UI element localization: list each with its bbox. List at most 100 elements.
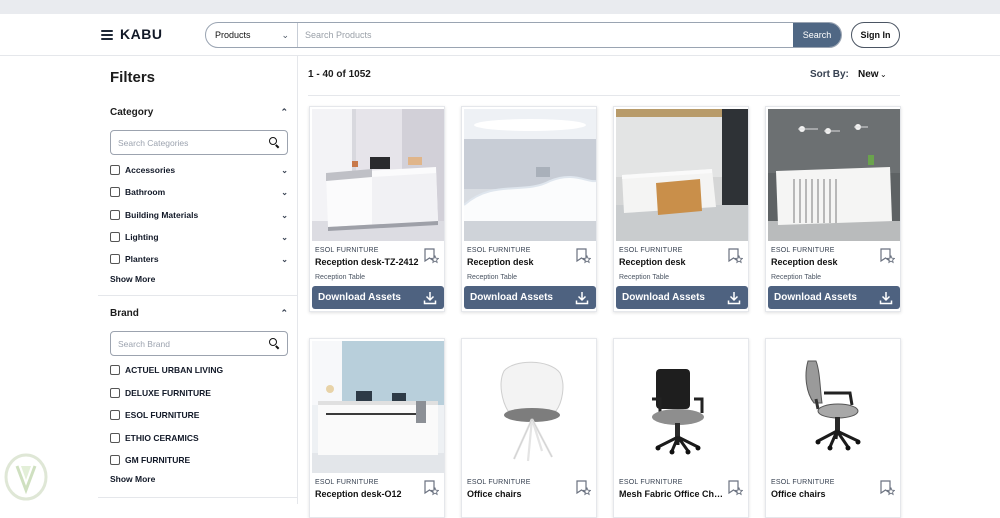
filters-title: Filters [110, 69, 156, 86]
category-option-label: Planters [125, 254, 159, 264]
chevron-down-icon: ⌄ [281, 29, 289, 40]
bookmark-star-icon[interactable] [423, 480, 439, 496]
product-vendor: ESOL FURNITURE [315, 479, 379, 486]
product-title[interactable]: Reception desk [467, 257, 573, 267]
bookmark-star-icon[interactable] [423, 248, 439, 264]
search-bar: Products ⌄ Search [205, 22, 842, 48]
chevron-down-icon[interactable]: ⌄ [281, 188, 288, 197]
chevron-down-icon[interactable]: ⌄ [281, 255, 288, 264]
category-option-label: Lighting [125, 232, 159, 242]
download-icon [879, 291, 893, 304]
brand-logo[interactable]: KABU [120, 26, 162, 42]
category-option-bathroom[interactable]: Bathroom ⌄ [110, 187, 288, 197]
search-category-value: Products [215, 30, 251, 40]
checkbox[interactable] [110, 210, 120, 220]
chevron-up-icon[interactable]: ⌃ [280, 308, 288, 319]
brand-section-header[interactable]: Brand ⌃ [110, 308, 288, 319]
checkbox[interactable] [110, 365, 120, 375]
section-divider [98, 497, 298, 498]
reception-desk-marble-wood-icon[interactable] [616, 109, 748, 241]
product-card[interactable]: ESOL FURNITURE Reception desk Reception … [765, 106, 901, 312]
checkbox[interactable] [110, 433, 120, 443]
chevron-down-icon[interactable]: ⌄ [281, 166, 288, 175]
product-title[interactable]: Office chairs [771, 489, 877, 499]
search-button[interactable]: Search [793, 23, 841, 47]
bookmark-star-icon[interactable] [575, 248, 591, 264]
white-shell-chair-icon[interactable] [464, 341, 596, 473]
chevron-up-icon[interactable]: ⌃ [280, 107, 288, 118]
brand-option-gm-furniture[interactable]: GM FURNITURE [110, 455, 288, 465]
product-title[interactable]: Reception desk-TZ-2412 [315, 257, 421, 267]
checkbox[interactable] [110, 165, 120, 175]
category-option-accessories[interactable]: Accessories ⌄ [110, 165, 288, 175]
results-count: 1 - 40 of 1052 [308, 69, 371, 80]
bookmark-star-icon[interactable] [879, 248, 895, 264]
search-input[interactable] [298, 23, 793, 47]
sign-in-button[interactable]: Sign In [851, 22, 900, 48]
gray-task-chair-icon[interactable] [768, 341, 900, 473]
product-title[interactable]: Reception desk-O12 [315, 489, 421, 499]
brand-option-esol-furniture[interactable]: ESOL FURNITURE [110, 410, 288, 420]
checkbox[interactable] [110, 388, 120, 398]
reception-desk-white-gray-icon[interactable] [312, 109, 444, 241]
bookmark-star-icon[interactable] [727, 480, 743, 496]
download-assets-button[interactable]: Download Assets [768, 286, 900, 309]
checkbox[interactable] [110, 187, 120, 197]
search-category-select[interactable]: Products ⌄ [206, 23, 298, 47]
chevron-down-icon[interactable]: ⌄ [880, 70, 887, 79]
brand-heading: Brand [110, 308, 139, 319]
category-section-header[interactable]: Category ⌃ [110, 107, 288, 118]
brand-option-label: ACTUEL URBAN LIVING [125, 365, 224, 375]
reception-desk-gray-slats-icon[interactable] [768, 109, 900, 241]
bookmark-star-icon[interactable] [879, 480, 895, 496]
download-assets-button[interactable]: Download Assets [312, 286, 444, 309]
brand-option-deluxe-furniture[interactable]: DELUXE FURNITURE [110, 388, 288, 398]
product-category: Reception Table [619, 274, 670, 281]
product-vendor: ESOL FURNITURE [619, 479, 683, 486]
chevron-down-icon[interactable]: ⌄ [281, 211, 288, 220]
reception-desk-curved-white-icon[interactable] [464, 109, 596, 241]
product-card[interactable]: ESOL FURNITURE Mesh Fabric Office Chair [613, 338, 749, 518]
brand-option-label: GM FURNITURE [125, 455, 191, 465]
download-assets-button[interactable]: Download Assets [616, 286, 748, 309]
checkbox[interactable] [110, 232, 120, 242]
checkbox[interactable] [110, 254, 120, 264]
product-card[interactable]: ESOL FURNITURE Office chairs [461, 338, 597, 518]
brand-option-ethio-ceramics[interactable]: ETHIO CERAMICS [110, 433, 288, 443]
product-card[interactable]: ESOL FURNITURE Reception desk-TZ-2412 Re… [309, 106, 445, 312]
product-category: Reception Table [315, 274, 366, 281]
chevron-down-icon[interactable]: ⌄ [281, 233, 288, 242]
product-card[interactable]: ESOL FURNITURE Reception desk Reception … [461, 106, 597, 312]
download-assets-button[interactable]: Download Assets [464, 286, 596, 309]
download-icon [575, 291, 589, 304]
mesh-office-chair-icon[interactable] [616, 341, 748, 473]
checkbox[interactable] [110, 455, 120, 465]
category-show-more-link[interactable]: Show More [110, 274, 155, 284]
brand-show-more-link[interactable]: Show More [110, 474, 155, 484]
category-search-placeholder: Search Categories [118, 137, 189, 148]
product-title[interactable]: Reception desk [619, 257, 725, 267]
search-icon[interactable] [269, 137, 280, 148]
product-title[interactable]: Office chairs [467, 489, 573, 499]
brand-option-actuel-urban-living[interactable]: ACTUEL URBAN LIVING [110, 365, 288, 375]
category-option-planters[interactable]: Planters ⌄ [110, 254, 288, 264]
product-card[interactable]: ESOL FURNITURE Reception desk Reception … [613, 106, 749, 312]
category-option-lighting[interactable]: Lighting ⌄ [110, 232, 288, 242]
category-heading: Category [110, 107, 154, 118]
category-option-label: Bathroom [125, 187, 166, 197]
bookmark-star-icon[interactable] [575, 480, 591, 496]
hamburger-menu-icon[interactable] [101, 30, 113, 40]
checkbox[interactable] [110, 410, 120, 420]
product-title[interactable]: Reception desk [771, 257, 877, 267]
sort-select[interactable]: New [858, 69, 879, 80]
product-title[interactable]: Mesh Fabric Office Chair [619, 489, 725, 499]
brand-search-input[interactable]: Search Brand [110, 331, 288, 356]
reception-desk-blue-wall-icon[interactable] [312, 341, 444, 473]
product-card[interactable]: ESOL FURNITURE Reception desk-O12 [309, 338, 445, 518]
bookmark-star-icon[interactable] [727, 248, 743, 264]
search-icon[interactable] [269, 338, 280, 349]
site-header: KABU Products ⌄ Search Sign In [0, 14, 1000, 56]
category-search-input[interactable]: Search Categories [110, 130, 288, 155]
category-option-building-materials[interactable]: Building Materials ⌄ [110, 210, 288, 220]
product-card[interactable]: ESOL FURNITURE Office chairs [765, 338, 901, 518]
